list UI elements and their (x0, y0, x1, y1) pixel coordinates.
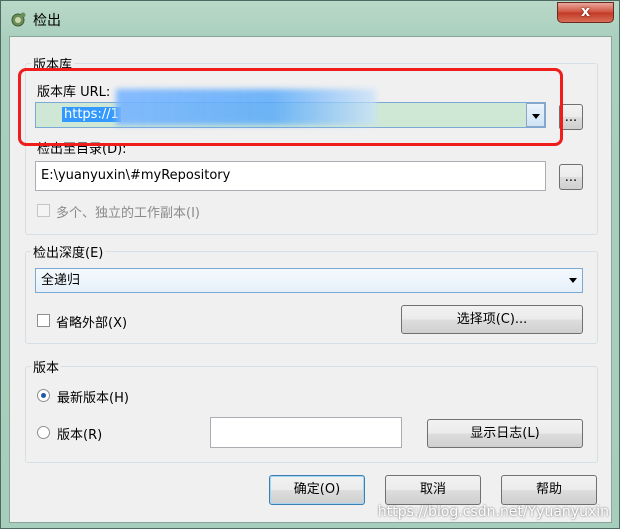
highlight-annotation (18, 68, 563, 146)
checkout-dialog: 检出 x 版本库 版本库 URL: https://1 ... 检出至目录(D)… (0, 0, 620, 529)
specific-revision-radio[interactable] (37, 426, 50, 439)
close-button[interactable]: x (557, 2, 614, 23)
browse-dir-button[interactable]: ... (559, 164, 583, 190)
revision-input[interactable] (210, 417, 402, 448)
title-bar[interactable]: 检出 x (1, 1, 619, 37)
revision-group-label: 版本 (31, 357, 62, 376)
help-button[interactable]: 帮助 (501, 475, 597, 505)
multiple-copies-label: 多个、独立的工作副本(I) (56, 206, 200, 221)
close-icon: x (580, 4, 591, 20)
head-revision-label: 最新版本(H) (57, 391, 129, 406)
depth-select[interactable]: 全递归 (35, 268, 583, 293)
depth-group-label: 检出深度(E) (31, 242, 106, 261)
ok-button[interactable]: 确定(O) (269, 475, 365, 505)
specific-revision-label: 版本(R) (57, 428, 103, 443)
head-revision-radio[interactable] (37, 389, 50, 402)
chevron-down-icon (569, 278, 577, 283)
window-title: 检出 (33, 13, 61, 29)
select-items-button[interactable]: 选择项(C)... (401, 305, 583, 334)
omit-externals-label: 省略外部(X) (56, 316, 128, 331)
cancel-button[interactable]: 取消 (385, 475, 481, 505)
tortoise-svn-icon (11, 12, 26, 27)
revision-group (25, 366, 598, 463)
omit-externals-checkbox[interactable] (37, 314, 50, 327)
checkout-dir-input[interactable]: E:\yuanyuxin\#myRepository (35, 161, 546, 191)
watermark-text: https://blog.csdn.net/Yyuanyuxin (377, 504, 609, 520)
multiple-copies-checkbox[interactable] (37, 204, 50, 217)
show-log-button[interactable]: 显示日志(L) (427, 419, 583, 448)
depth-select-value: 全递归 (41, 273, 81, 288)
